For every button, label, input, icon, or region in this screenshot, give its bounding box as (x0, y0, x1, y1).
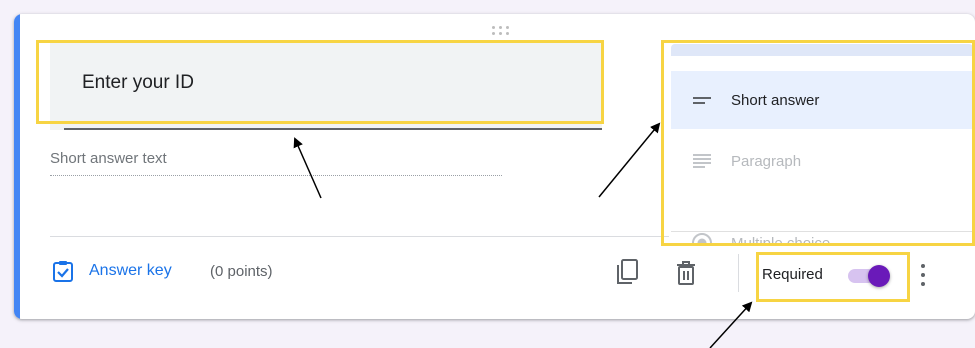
arrow-to-question-title (293, 137, 322, 199)
arrow-to-question-type (598, 122, 661, 198)
annotation-arrows (293, 122, 753, 348)
arrow-to-required-toggle (709, 301, 753, 348)
